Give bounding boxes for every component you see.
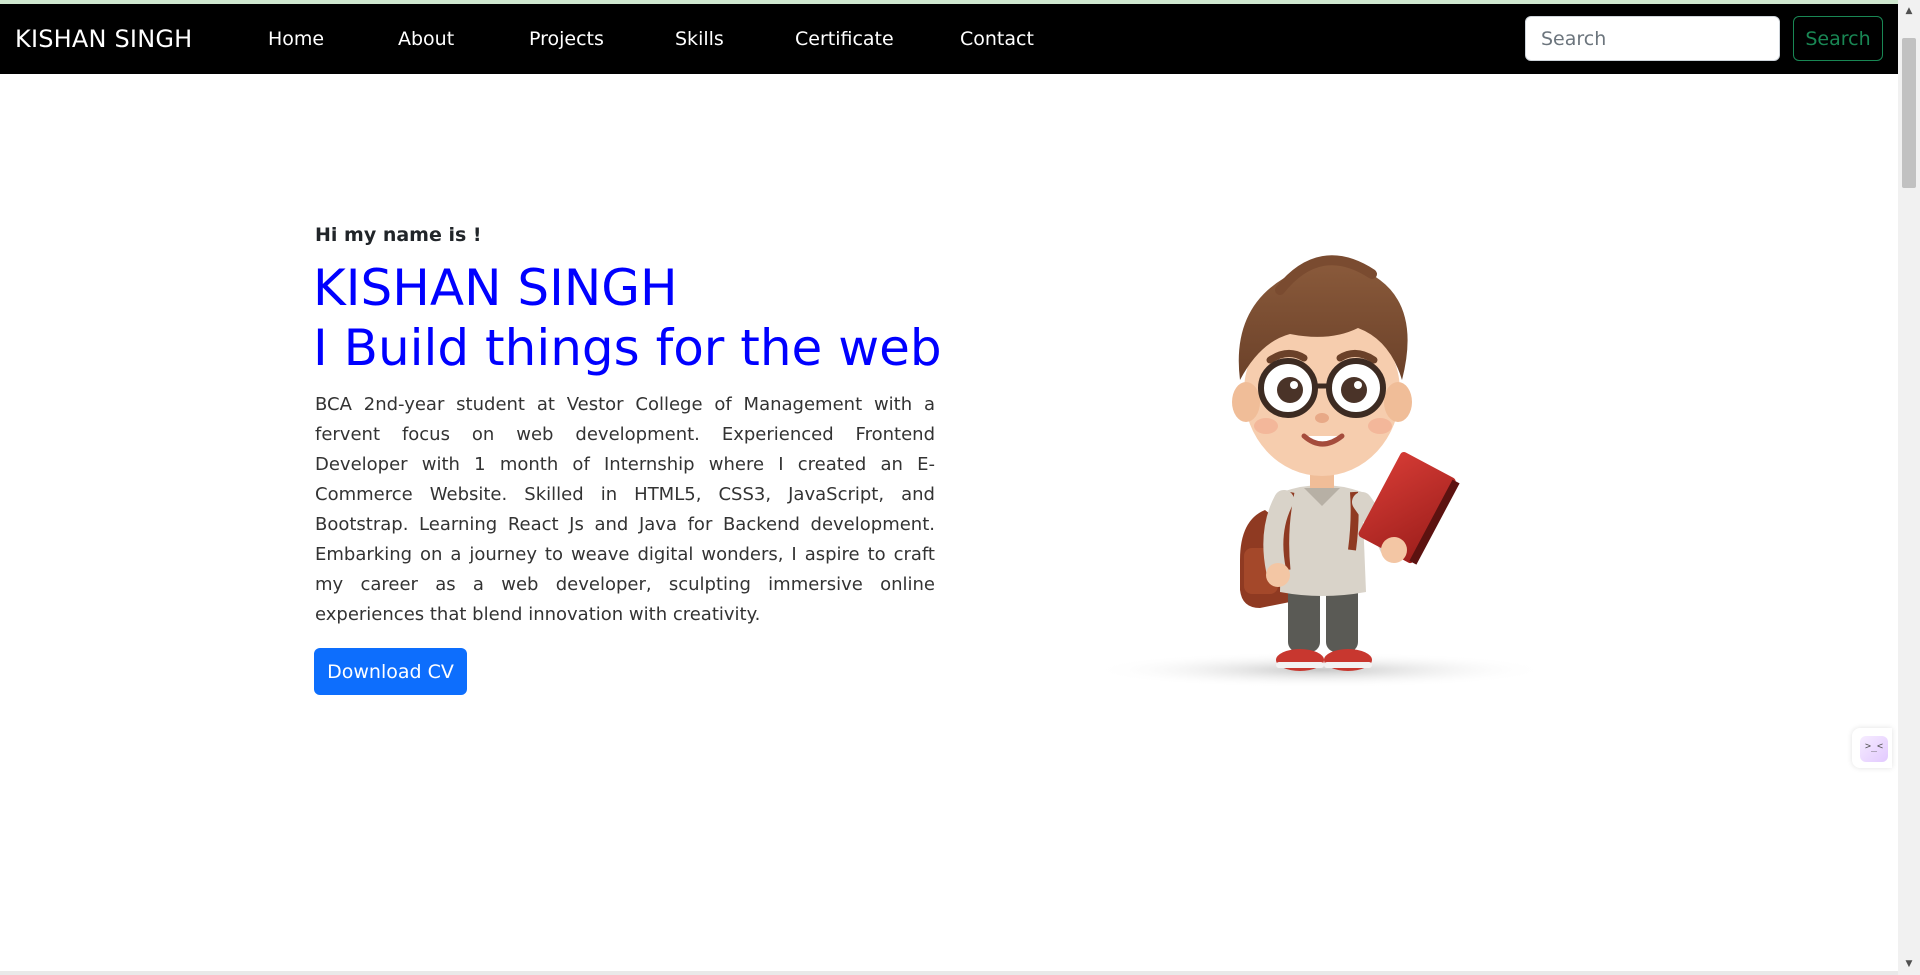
code-widget-icon: >_< [1860, 736, 1888, 762]
nav-projects[interactable]: Projects [529, 4, 604, 74]
hero-tagline: I Build things for the web [313, 319, 942, 377]
cartoon-boy-image [1090, 255, 1550, 688]
hero-name: KISHAN SINGH [313, 259, 678, 317]
search-button[interactable]: Search [1793, 16, 1883, 61]
hero-illustration [1090, 230, 1550, 690]
download-cv-button[interactable]: Download CV [314, 648, 467, 695]
page: KISHAN SINGH Home About Projects Skills … [0, 0, 1920, 975]
nav-contact[interactable]: Contact [960, 4, 1034, 74]
scroll-down-icon[interactable]: ▼ [1898, 953, 1920, 975]
nav-home[interactable]: Home [268, 4, 324, 74]
bottom-edge [0, 971, 1898, 975]
nav-about[interactable]: About [398, 4, 454, 74]
vertical-scrollbar[interactable]: ▲ ▼ [1898, 0, 1920, 975]
nav-certificate[interactable]: Certificate [795, 4, 894, 74]
hero-bio: BCA 2nd-year student at Vestor College o… [315, 394, 935, 625]
navbar: KISHAN SINGH Home About Projects Skills … [0, 4, 1898, 74]
search-input[interactable] [1525, 16, 1780, 61]
scroll-up-icon[interactable]: ▲ [1898, 0, 1920, 22]
scroll-thumb[interactable] [1902, 38, 1916, 188]
brand-logo[interactable]: KISHAN SINGH [15, 4, 192, 74]
nav-skills[interactable]: Skills [675, 4, 724, 74]
hero-intro: Hi my name is ! [315, 224, 482, 246]
floating-widget[interactable]: >_< [1852, 728, 1892, 768]
